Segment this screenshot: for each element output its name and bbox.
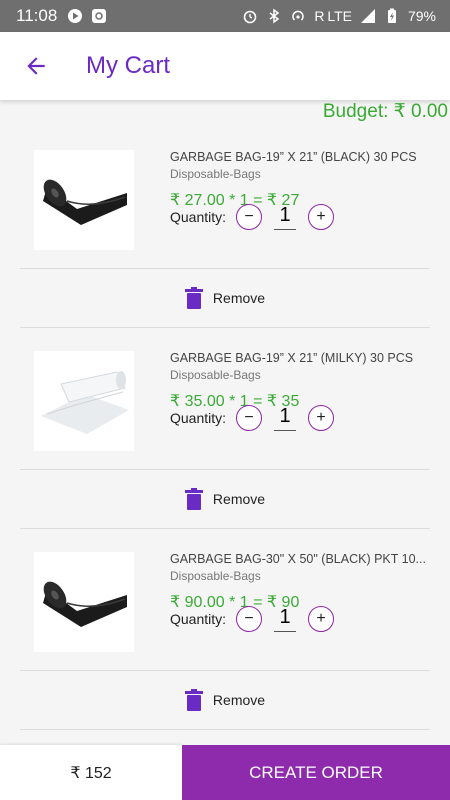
app-notification-icon xyxy=(91,8,107,24)
product-image xyxy=(34,351,134,451)
increase-button[interactable]: + xyxy=(308,204,335,230)
product-category: Disposable-Bags xyxy=(170,167,261,181)
trash-icon xyxy=(184,488,203,510)
product-image xyxy=(34,150,134,250)
product-image xyxy=(34,552,134,652)
increase-button[interactable]: + xyxy=(308,606,335,632)
quantity-label: Quantity: xyxy=(170,410,227,426)
cart-total: ₹ 152 xyxy=(0,745,182,800)
trash-icon xyxy=(184,689,203,711)
plus-icon: + xyxy=(316,409,326,426)
remove-label: Remove xyxy=(212,692,266,708)
cart-item: GARBAGE BAG-19” X 21” (BLACK) 30 PCS Dis… xyxy=(20,134,430,328)
network-text: R LTE xyxy=(314,8,352,24)
page-title: My Cart xyxy=(86,52,170,79)
quantity-stepper: Quantity: − 1 + xyxy=(170,405,335,431)
battery-icon xyxy=(384,8,400,24)
trash-icon xyxy=(184,287,203,309)
bluetooth-icon xyxy=(266,8,282,24)
quantity-label: Quantity: xyxy=(170,611,227,627)
decrease-button[interactable]: − xyxy=(236,204,263,230)
quantity-stepper: Quantity: − 1 + xyxy=(170,204,335,230)
product-category: Disposable-Bags xyxy=(170,569,261,583)
back-button[interactable] xyxy=(16,46,56,86)
quantity-value[interactable]: 1 xyxy=(274,405,297,431)
quantity-label: Quantity: xyxy=(170,209,227,225)
bottom-bar: ₹ 152 CREATE ORDER xyxy=(0,745,450,800)
increase-button[interactable]: + xyxy=(308,405,335,431)
remove-label: Remove xyxy=(212,290,266,306)
create-order-button[interactable]: CREATE ORDER xyxy=(182,745,450,800)
budget-label: Budget: ₹ 0.00 xyxy=(322,101,448,122)
hotspot-icon xyxy=(290,8,306,24)
decrease-button[interactable]: − xyxy=(236,405,263,431)
decrease-button[interactable]: − xyxy=(236,606,263,632)
battery-text: 79% xyxy=(407,8,436,24)
product-name: GARBAGE BAG-30" X 50" (BLACK) PKT 10... xyxy=(170,552,426,566)
remove-button[interactable]: Remove xyxy=(20,671,430,730)
minus-icon: − xyxy=(244,208,254,225)
status-time: 11:08 xyxy=(16,6,58,25)
remove-button[interactable]: Remove xyxy=(20,269,430,328)
minus-icon: − xyxy=(244,610,254,627)
cart-item: GARBAGE BAG-19” X 21” (MILKY) 30 PCS Dis… xyxy=(20,335,430,529)
quantity-value[interactable]: 1 xyxy=(274,606,297,632)
minus-icon: − xyxy=(244,409,254,426)
alarm-icon xyxy=(242,8,258,24)
plus-icon: + xyxy=(316,610,326,627)
plus-icon: + xyxy=(316,208,326,225)
product-name: GARBAGE BAG-19” X 21” (MILKY) 30 PCS xyxy=(170,351,414,365)
signal-icon xyxy=(360,8,376,24)
status-bar: 11:08 R LTE 79% xyxy=(0,0,450,32)
quantity-value[interactable]: 1 xyxy=(274,204,297,230)
play-icon xyxy=(67,8,83,24)
product-name: GARBAGE BAG-19” X 21” (BLACK) 30 PCS xyxy=(170,150,417,164)
arrow-left-icon xyxy=(27,57,45,75)
product-category: Disposable-Bags xyxy=(170,368,261,382)
app-bar: My Cart xyxy=(0,32,450,100)
cart-item: GARBAGE BAG-30" X 50" (BLACK) PKT 10... … xyxy=(20,536,430,730)
remove-button[interactable]: Remove xyxy=(20,470,430,529)
quantity-stepper: Quantity: − 1 + xyxy=(170,606,335,632)
remove-label: Remove xyxy=(212,491,266,507)
